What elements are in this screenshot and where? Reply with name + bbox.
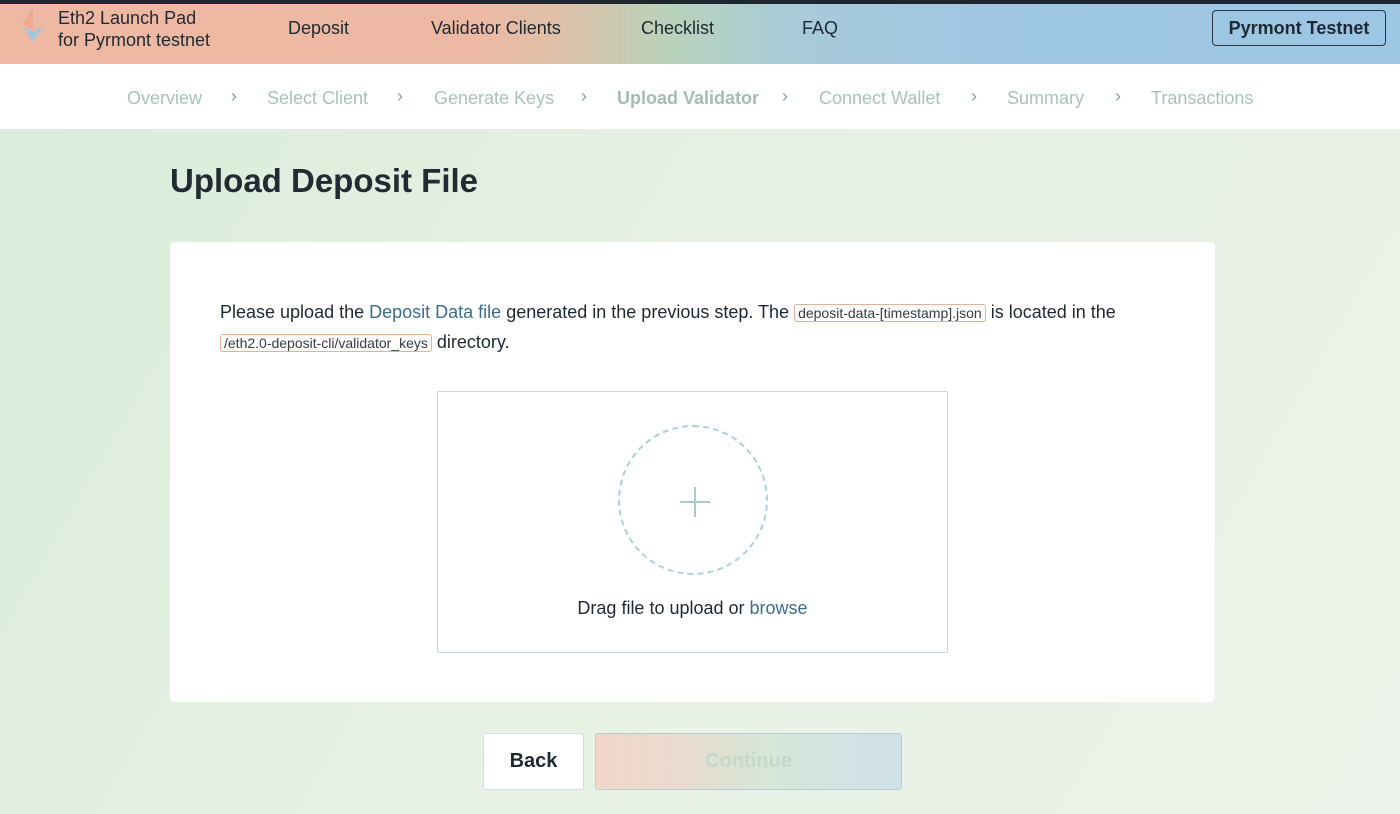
browse-link[interactable]: browse (750, 598, 808, 618)
upload-card: Please upload the Deposit Data file gene… (170, 242, 1215, 702)
chevron-right-icon: › (782, 86, 788, 106)
back-button[interactable]: Back (483, 733, 584, 790)
top-nav-bar: Eth2 Launch Pad for Pyrmont testnet Depo… (0, 4, 1400, 64)
step-connect-wallet[interactable]: Connect Wallet (819, 88, 940, 109)
file-dropzone[interactable]: Drag file to upload or browse (437, 391, 948, 653)
brand-line-1: Eth2 Launch Pad (58, 8, 197, 28)
launchpad-logo[interactable] (18, 6, 48, 44)
ethereum-logo-icon (18, 6, 48, 44)
instructions-text-1: Please upload the (220, 302, 370, 322)
chevron-right-icon: › (1115, 86, 1121, 106)
continue-button[interactable]: Continue (595, 733, 902, 790)
chevron-right-icon: › (581, 86, 587, 106)
plus-icon (680, 487, 710, 517)
page-title: Upload Deposit File (170, 162, 479, 199)
step-upload-validator[interactable]: Upload Validator (617, 88, 759, 109)
deposit-file-code: deposit-data-[timestamp].json (794, 304, 986, 322)
brand-line-2: for Pyrmont testnet (58, 30, 211, 50)
brand-title[interactable]: Eth2 Launch Pad for Pyrmont testnet (58, 7, 210, 51)
step-summary[interactable]: Summary (1007, 88, 1084, 109)
instructions-text-3: is located in the (985, 302, 1116, 322)
instructions-text-4: directory. (431, 332, 510, 352)
step-transactions[interactable]: Transactions (1151, 88, 1253, 109)
step-generate-keys[interactable]: Generate Keys (434, 88, 554, 109)
instructions-text-2: generated in the previous step. The (501, 302, 795, 322)
nav-validator-clients[interactable]: Validator Clients (431, 18, 561, 39)
chevron-right-icon: › (971, 86, 977, 106)
chevron-right-icon: › (397, 86, 403, 106)
drag-text: Drag file to upload or (577, 598, 750, 618)
progress-steps: Overview › Select Client › Generate Keys… (0, 64, 1400, 129)
nav-faq[interactable]: FAQ (802, 18, 838, 39)
chevron-right-icon: › (231, 86, 237, 106)
step-select-client[interactable]: Select Client (267, 88, 368, 109)
step-overview[interactable]: Overview (127, 88, 202, 109)
upload-instructions: Please upload the Deposit Data file gene… (220, 298, 1160, 358)
validator-keys-dir-code: /eth2.0-deposit-cli/validator_keys (220, 334, 432, 352)
nav-checklist[interactable]: Checklist (641, 18, 714, 39)
dropzone-circle[interactable] (618, 425, 768, 575)
network-button[interactable]: Pyrmont Testnet (1212, 10, 1386, 46)
dropzone-text: Drag file to upload or browse (438, 598, 947, 619)
nav-deposit[interactable]: Deposit (288, 18, 349, 39)
deposit-data-file-link[interactable]: Deposit Data file (369, 302, 501, 322)
